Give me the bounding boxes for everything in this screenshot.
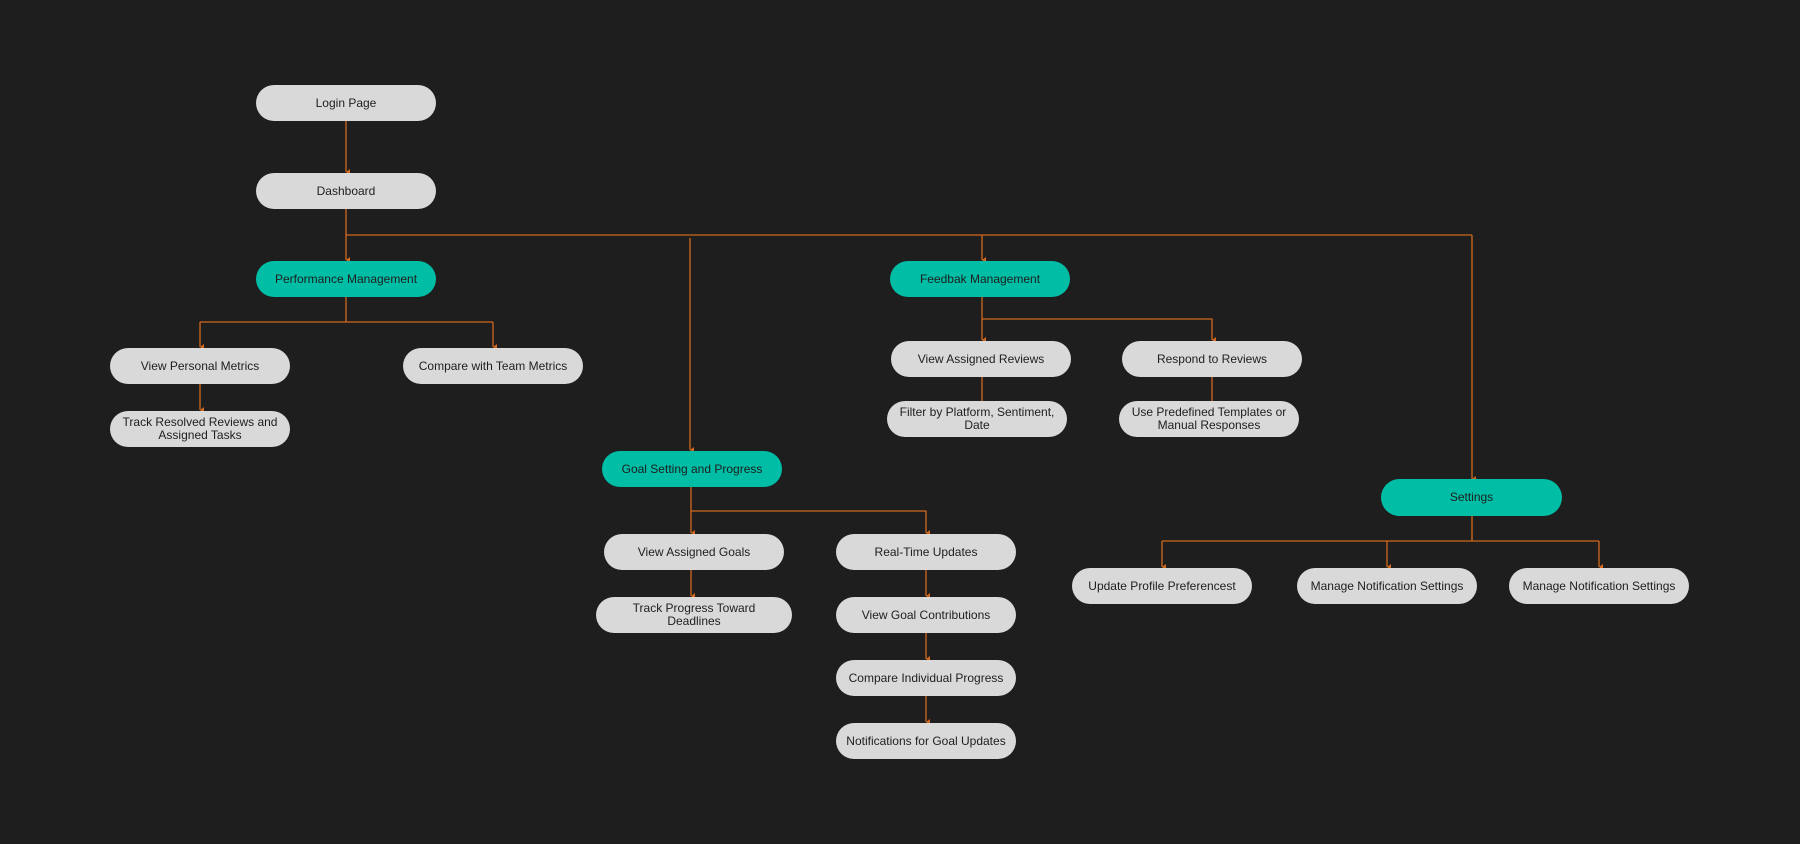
- filter-platform-sentiment-label: Filter by Platform, Sentiment, Date: [899, 405, 1055, 432]
- view-personal-metrics-node[interactable]: View Personal Metrics: [110, 348, 290, 384]
- filter-platform-sentiment-node[interactable]: Filter by Platform, Sentiment, Date: [887, 401, 1067, 437]
- feedback-management-node[interactable]: Feedbak Management: [890, 261, 1070, 297]
- view-assigned-reviews-node[interactable]: View Assigned Reviews: [891, 341, 1071, 377]
- update-profile-preferences-node[interactable]: Update Profile Preferencest: [1072, 568, 1252, 604]
- connector-performance-split: [200, 297, 493, 323]
- flow-diagram-canvas: Login Page Dashboard Performance Managem…: [0, 0, 1800, 844]
- settings-node[interactable]: Settings: [1381, 479, 1562, 516]
- respond-to-reviews-node[interactable]: Respond to Reviews: [1122, 341, 1302, 377]
- performance-management-node[interactable]: Performance Management: [256, 261, 436, 297]
- login-page-node[interactable]: Login Page: [256, 85, 436, 121]
- goal-setting-node[interactable]: Goal Setting and Progress: [602, 451, 782, 487]
- connector-settings-split: [1162, 516, 1599, 542]
- view-assigned-goals-node[interactable]: View Assigned Goals: [604, 534, 784, 570]
- track-progress-deadlines-node[interactable]: Track Progress Toward Deadlines: [596, 597, 792, 633]
- compare-individual-progress-node[interactable]: Compare Individual Progress: [836, 660, 1016, 696]
- manage-notification-settings-node-2[interactable]: Manage Notification Settings: [1509, 568, 1689, 604]
- dashboard-node[interactable]: Dashboard: [256, 173, 436, 209]
- connector-feedback-to-respond: [982, 318, 1216, 343]
- view-goal-contributions-node[interactable]: View Goal Contributions: [836, 597, 1016, 633]
- track-resolved-reviews-label: Track Resolved Reviews and Assigned Task…: [122, 415, 278, 442]
- connector-goal-to-realtime: [691, 510, 930, 536]
- track-resolved-reviews-node[interactable]: Track Resolved Reviews and Assigned Task…: [110, 411, 290, 447]
- compare-team-metrics-node[interactable]: Compare with Team Metrics: [403, 348, 583, 384]
- use-templates-label: Use Predefined Templates or Manual Respo…: [1131, 405, 1287, 432]
- use-templates-node[interactable]: Use Predefined Templates or Manual Respo…: [1119, 401, 1299, 437]
- goal-update-notifications-node[interactable]: Notifications for Goal Updates: [836, 723, 1016, 759]
- manage-notification-settings-node-1[interactable]: Manage Notification Settings: [1297, 568, 1477, 604]
- real-time-updates-node[interactable]: Real-Time Updates: [836, 534, 1016, 570]
